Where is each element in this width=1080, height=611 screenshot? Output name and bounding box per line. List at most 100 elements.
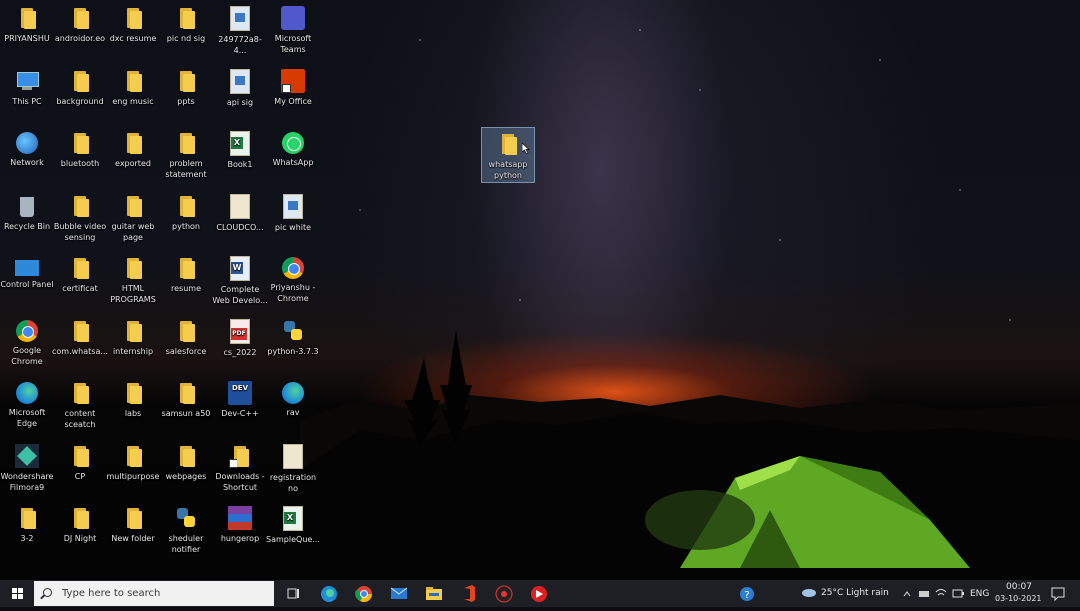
desktop-icon[interactable]: python-3.7.3 (264, 315, 322, 375)
desktop-icon[interactable]: webpages (157, 440, 215, 500)
this-pc-icon (15, 69, 39, 93)
desktop-icon[interactable]: sheduler notifier (157, 502, 215, 562)
taskbar-media-player[interactable] (493, 580, 515, 607)
taskbar-app-red[interactable] (528, 580, 550, 607)
desktop-icon-label: Wondershare Filmora9 (0, 471, 54, 492)
desktop-icon-label: Complete Web Develo... (212, 285, 268, 305)
desktop-icon[interactable]: Bubble video sensing (51, 190, 109, 250)
desktop-icon[interactable]: background (51, 65, 109, 125)
desktop-icon-label: python (172, 221, 200, 231)
taskbar-search-box[interactable]: Type here to search (34, 581, 274, 606)
notification-center-button[interactable] (1048, 580, 1068, 607)
desktop-icon-label: com.whatsa... (52, 346, 108, 356)
desktop-icon[interactable]: Priyanshu - Chrome (264, 252, 322, 312)
desktop-icon[interactable]: dxc resume (104, 2, 162, 62)
desktop-icon[interactable]: New folder (104, 502, 162, 562)
desktop-icon[interactable]: resume (157, 252, 215, 312)
desktop-icon[interactable]: W Complete Web Develo... (211, 252, 269, 312)
desktop-icon[interactable]: problem statement (157, 127, 215, 187)
desktop-icon[interactable]: labs (104, 377, 162, 437)
weather-widget[interactable]: 25°C Light rain (800, 580, 895, 607)
desktop-icon-label: Book1 (227, 160, 253, 169)
desktop-icon[interactable]: com.whatsa... (51, 315, 109, 375)
desktop-icon[interactable]: My Office (264, 65, 322, 125)
desktop-icon[interactable]: X Book1 (211, 127, 269, 187)
desktop-icon[interactable]: api sig (211, 65, 269, 125)
desktop-icon[interactable]: bluetooth (51, 127, 109, 187)
desktop-icon[interactable]: PDF cs_2022 (211, 315, 269, 375)
desktop-icon-label: PRIYANSHU (4, 34, 50, 43)
desktop-icon[interactable]: CP (51, 440, 109, 500)
desktop-icon[interactable]: salesforce (157, 315, 215, 375)
desktop-icon-label: sheduler notifier (168, 534, 204, 554)
desktop-icon[interactable]: internship (104, 315, 162, 375)
desktop-icon[interactable]: Google Chrome (0, 315, 56, 375)
desktop-icon[interactable]: pic nd sig (157, 2, 215, 62)
desktop-icon[interactable]: WhatsApp (264, 127, 322, 187)
desktop-icon[interactable]: Recycle Bin (0, 190, 56, 250)
edge-icon (321, 586, 337, 602)
desktop-icon-label: HTML PROGRAMS (110, 284, 156, 304)
folder-icon (68, 69, 92, 93)
desktop-icon[interactable]: pic white (264, 190, 322, 250)
excel-icon: X (283, 506, 303, 531)
desktop-icon[interactable]: Microsoft Teams (264, 2, 322, 62)
edge-icon (282, 382, 304, 404)
desktop-icon[interactable]: content sceatch (51, 377, 109, 437)
folder-icon (121, 319, 145, 343)
desktop-icon[interactable]: DJ Night (51, 502, 109, 562)
desktop-icon-label: Microsoft Edge (8, 408, 46, 428)
desktop-icon[interactable]: hungerop (211, 502, 269, 562)
desktop-icon[interactable]: exported (104, 127, 162, 187)
desktop-icon[interactable]: HTML PROGRAMS (104, 252, 162, 312)
desktop-icon[interactable]: DEV Dev-C++ (211, 377, 269, 437)
taskbar-chrome[interactable] (353, 580, 375, 607)
taskbar-edge[interactable] (318, 580, 340, 607)
taskbar: Type here to search ? 25°C Light rain EN… (0, 580, 1080, 607)
desktop-icon[interactable]: ppts (157, 65, 215, 125)
desktop-icon[interactable]: PRIYANSHU (0, 2, 56, 62)
desktop-icon[interactable]: samsun a50 (157, 377, 215, 437)
desktop-icon[interactable]: guitar web page (104, 190, 162, 250)
clock[interactable]: 00:07 03-10-2021 (995, 580, 1045, 607)
desktop-icon[interactable]: rav (264, 377, 322, 437)
mail-icon (390, 587, 408, 599)
desktop-icon-label: exported (115, 159, 151, 168)
help-button[interactable]: ? (737, 580, 757, 607)
taskbar-file-explorer[interactable] (423, 580, 445, 607)
desktop-icon[interactable]: certificat (51, 252, 109, 312)
desktop-icon[interactable]: Downloads - Shortcut (211, 440, 269, 500)
desktop-icon[interactable]: androidor.eo (51, 2, 109, 62)
desktop-icon[interactable]: multipurpose (104, 440, 162, 500)
taskbar-mail[interactable] (388, 580, 410, 607)
pdf-icon: PDF (230, 318, 250, 344)
language-indicator[interactable]: ENG (970, 589, 989, 599)
desktop-icon[interactable]: Wondershare Filmora9 (0, 440, 56, 500)
desktop-icon-label: androidor.eo (54, 34, 106, 43)
taskbar-office[interactable] (458, 580, 480, 607)
tray-wifi[interactable] (934, 580, 948, 607)
tray-overflow[interactable] (902, 580, 912, 607)
task-view-icon (287, 588, 299, 599)
desktop-icon[interactable]: python (157, 190, 215, 250)
start-button[interactable] (0, 580, 34, 607)
desktop-icon-whatsapp-python[interactable]: whatsapp python (481, 127, 535, 183)
desktop-icon[interactable]: registration no (264, 440, 322, 500)
image-file-icon (230, 6, 250, 31)
desktop-icon[interactable]: 3-2 (0, 502, 56, 562)
desktop-icon[interactable]: Control Panel (0, 252, 56, 312)
desktop-icon[interactable]: eng music (104, 65, 162, 125)
desktop-icon[interactable]: Network (0, 127, 56, 187)
desktop-icon[interactable]: Microsoft Edge (0, 377, 56, 437)
chrome-icon (282, 257, 304, 279)
desktop-icon[interactable]: This PC (0, 65, 56, 125)
desktop-icon[interactable]: 249772a8-4... (211, 2, 269, 62)
task-view-button[interactable] (282, 580, 304, 607)
folder-icon (121, 194, 145, 218)
tray-network[interactable] (917, 580, 931, 607)
folder-icon (121, 69, 145, 93)
tray-battery[interactable] (951, 580, 965, 607)
desktop-icon[interactable]: CLOUDCO... (211, 190, 269, 250)
chrome-icon (355, 586, 373, 603)
desktop-icon[interactable]: X SampleQue... (264, 502, 322, 562)
